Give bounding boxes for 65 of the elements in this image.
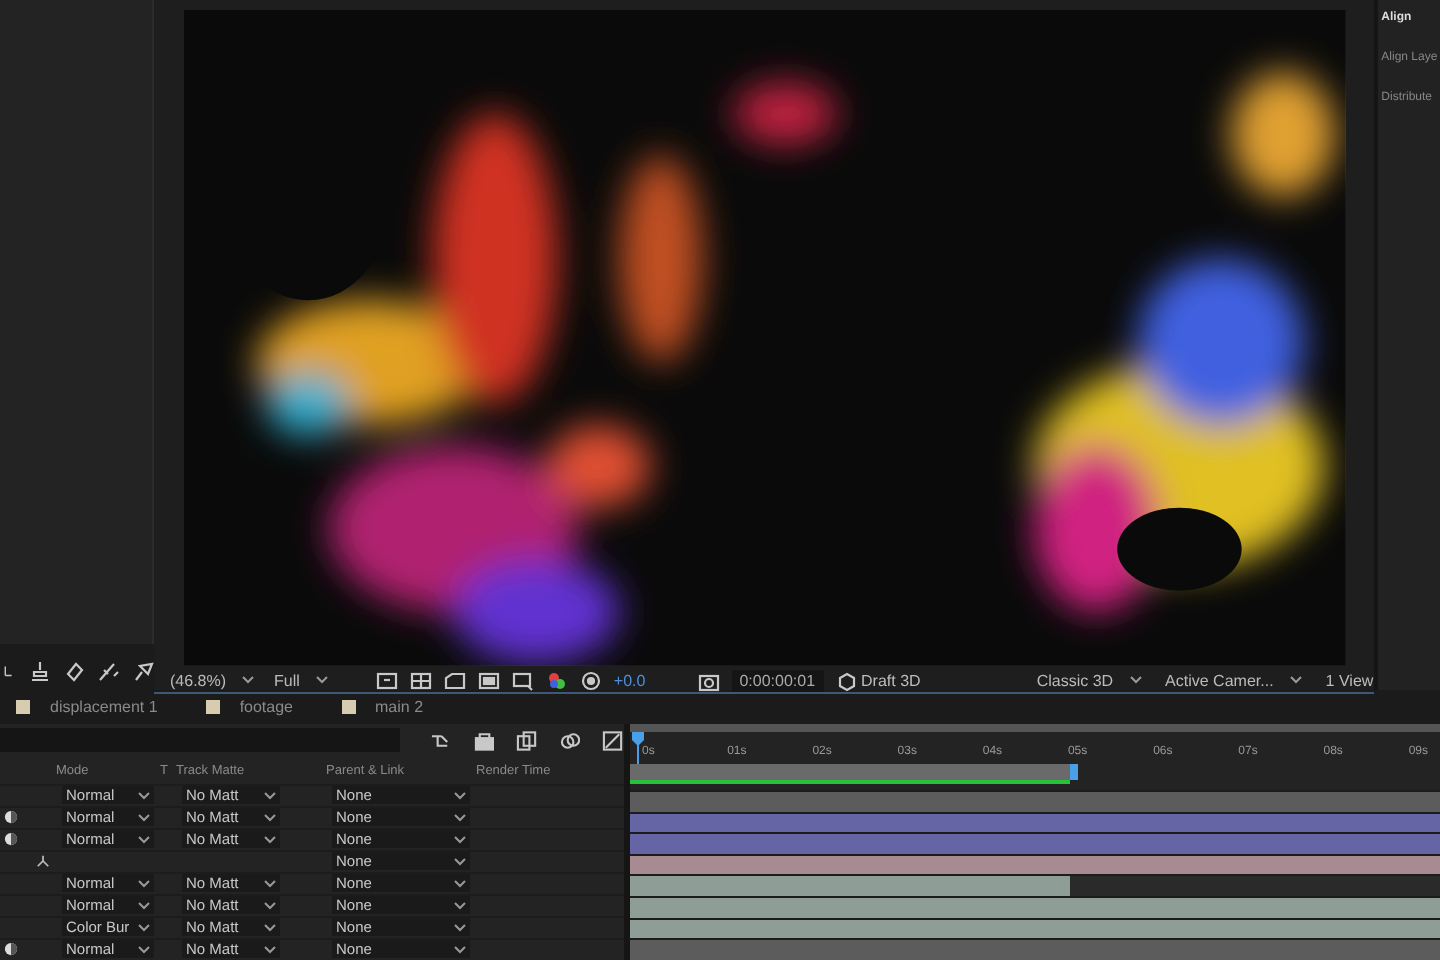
guides-icon[interactable]: [477, 669, 500, 692]
draft-3d-icon[interactable]: [835, 669, 858, 692]
draft-3d-button[interactable]: Draft 3D: [861, 671, 921, 690]
brush-icon[interactable]: [98, 659, 120, 681]
timecode[interactable]: 0:00:00:01: [731, 669, 824, 692]
work-area-bar[interactable]: [630, 764, 1070, 785]
caret-icon: [138, 879, 150, 888]
switch-icon[interactable]: [4, 942, 18, 957]
composition-tab[interactable]: main 2: [375, 698, 424, 716]
motion-blur-icon[interactable]: [559, 729, 581, 752]
caret-icon: [454, 945, 466, 954]
caret-icon: [454, 901, 466, 910]
caret-icon: [138, 945, 150, 954]
switch-icon[interactable]: [4, 832, 18, 847]
resolution-dropdown[interactable]: Full: [274, 671, 328, 690]
region-icon[interactable]: [375, 669, 398, 692]
composition-tab[interactable]: footage: [239, 698, 294, 716]
transparency-grid-icon[interactable]: [409, 669, 432, 692]
zoom-dropdown[interactable]: (46.8%): [170, 671, 255, 690]
caret-icon: [264, 945, 276, 954]
caret-icon: [138, 901, 150, 910]
caret-icon: [138, 835, 150, 844]
stamp-icon[interactable]: [30, 659, 52, 681]
layer-bar[interactable]: [630, 919, 1440, 939]
label-swatch: [341, 700, 356, 714]
exposure-icon[interactable]: [579, 669, 602, 692]
caret-icon: [264, 923, 276, 932]
layer-bar[interactable]: [630, 855, 1440, 875]
caret-icon: [1289, 676, 1302, 685]
caret-icon: [264, 813, 276, 822]
view-layout-dropdown[interactable]: 1 View: [1325, 671, 1374, 690]
caret-icon: [1129, 676, 1142, 685]
camera-icon[interactable]: [697, 669, 720, 692]
label-swatch: [205, 700, 220, 714]
caret-icon: [454, 879, 466, 888]
caret-icon: [138, 791, 150, 800]
composition-tab[interactable]: displacement 1: [50, 698, 158, 716]
mask-icon[interactable]: [443, 669, 466, 692]
renderer-dropdown[interactable]: Classic 3D: [1036, 671, 1142, 690]
caret-icon: [242, 676, 255, 685]
layer-bar[interactable]: [630, 813, 1440, 833]
caret-icon: [454, 835, 466, 844]
null-layer-icon: [36, 854, 50, 869]
caret-icon: [138, 923, 150, 932]
caret-icon: [454, 791, 466, 800]
graph-editor-icon[interactable]: [602, 729, 624, 752]
caret-icon: [454, 857, 466, 866]
caret-icon: [264, 791, 276, 800]
caret-icon: [264, 879, 276, 888]
exposure-value[interactable]: +0.0: [613, 671, 646, 690]
caret-icon: [454, 923, 466, 932]
channels-icon[interactable]: [545, 669, 568, 692]
layer-bar[interactable]: [630, 876, 1070, 897]
eraser-icon[interactable]: [64, 659, 86, 681]
caret-icon: [264, 835, 276, 844]
caret-icon: [315, 676, 328, 685]
camera-dropdown[interactable]: Active Camer...: [1165, 671, 1302, 690]
flowchart-icon[interactable]: [430, 729, 452, 752]
label-swatch: [16, 700, 30, 714]
caret-icon: [264, 901, 276, 910]
frame-blend-icon[interactable]: [516, 729, 538, 752]
caret-icon: [138, 813, 150, 822]
switch-icon[interactable]: [4, 810, 18, 825]
caret-icon: [454, 813, 466, 822]
work-area-end-marker[interactable]: [1070, 764, 1078, 780]
